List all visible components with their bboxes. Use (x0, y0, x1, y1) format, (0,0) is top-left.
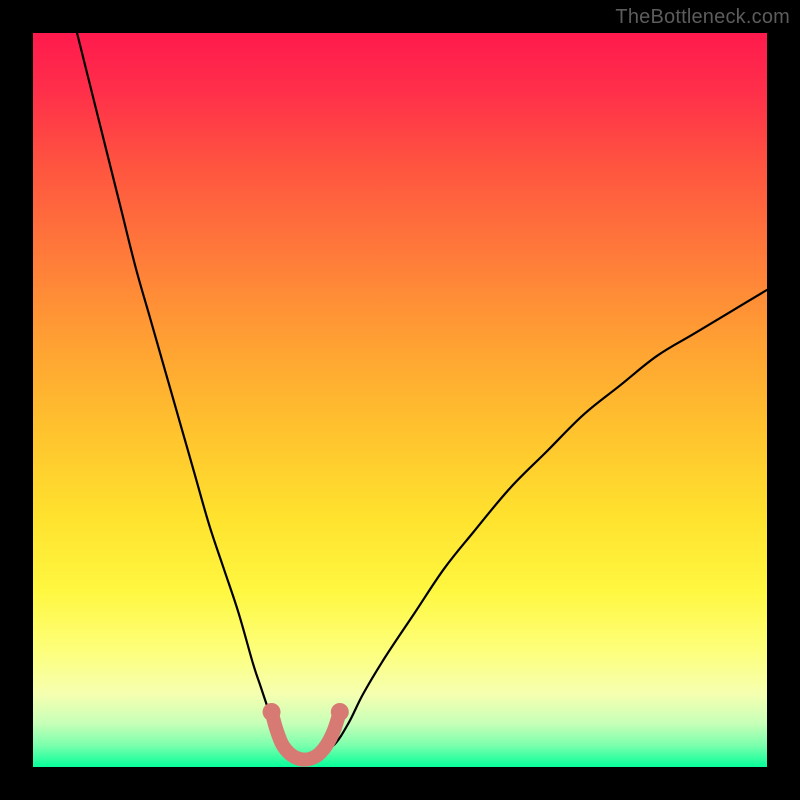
trough-marker (263, 703, 281, 721)
trough-marker (331, 703, 349, 721)
chart-frame: TheBottleneck.com (0, 0, 800, 800)
chart-svg (33, 33, 767, 767)
trough-markers (263, 703, 349, 721)
watermark-text: TheBottleneck.com (615, 6, 790, 29)
plot-area (33, 33, 767, 767)
optimal-trough (272, 712, 340, 760)
bottleneck-curve (77, 33, 767, 760)
